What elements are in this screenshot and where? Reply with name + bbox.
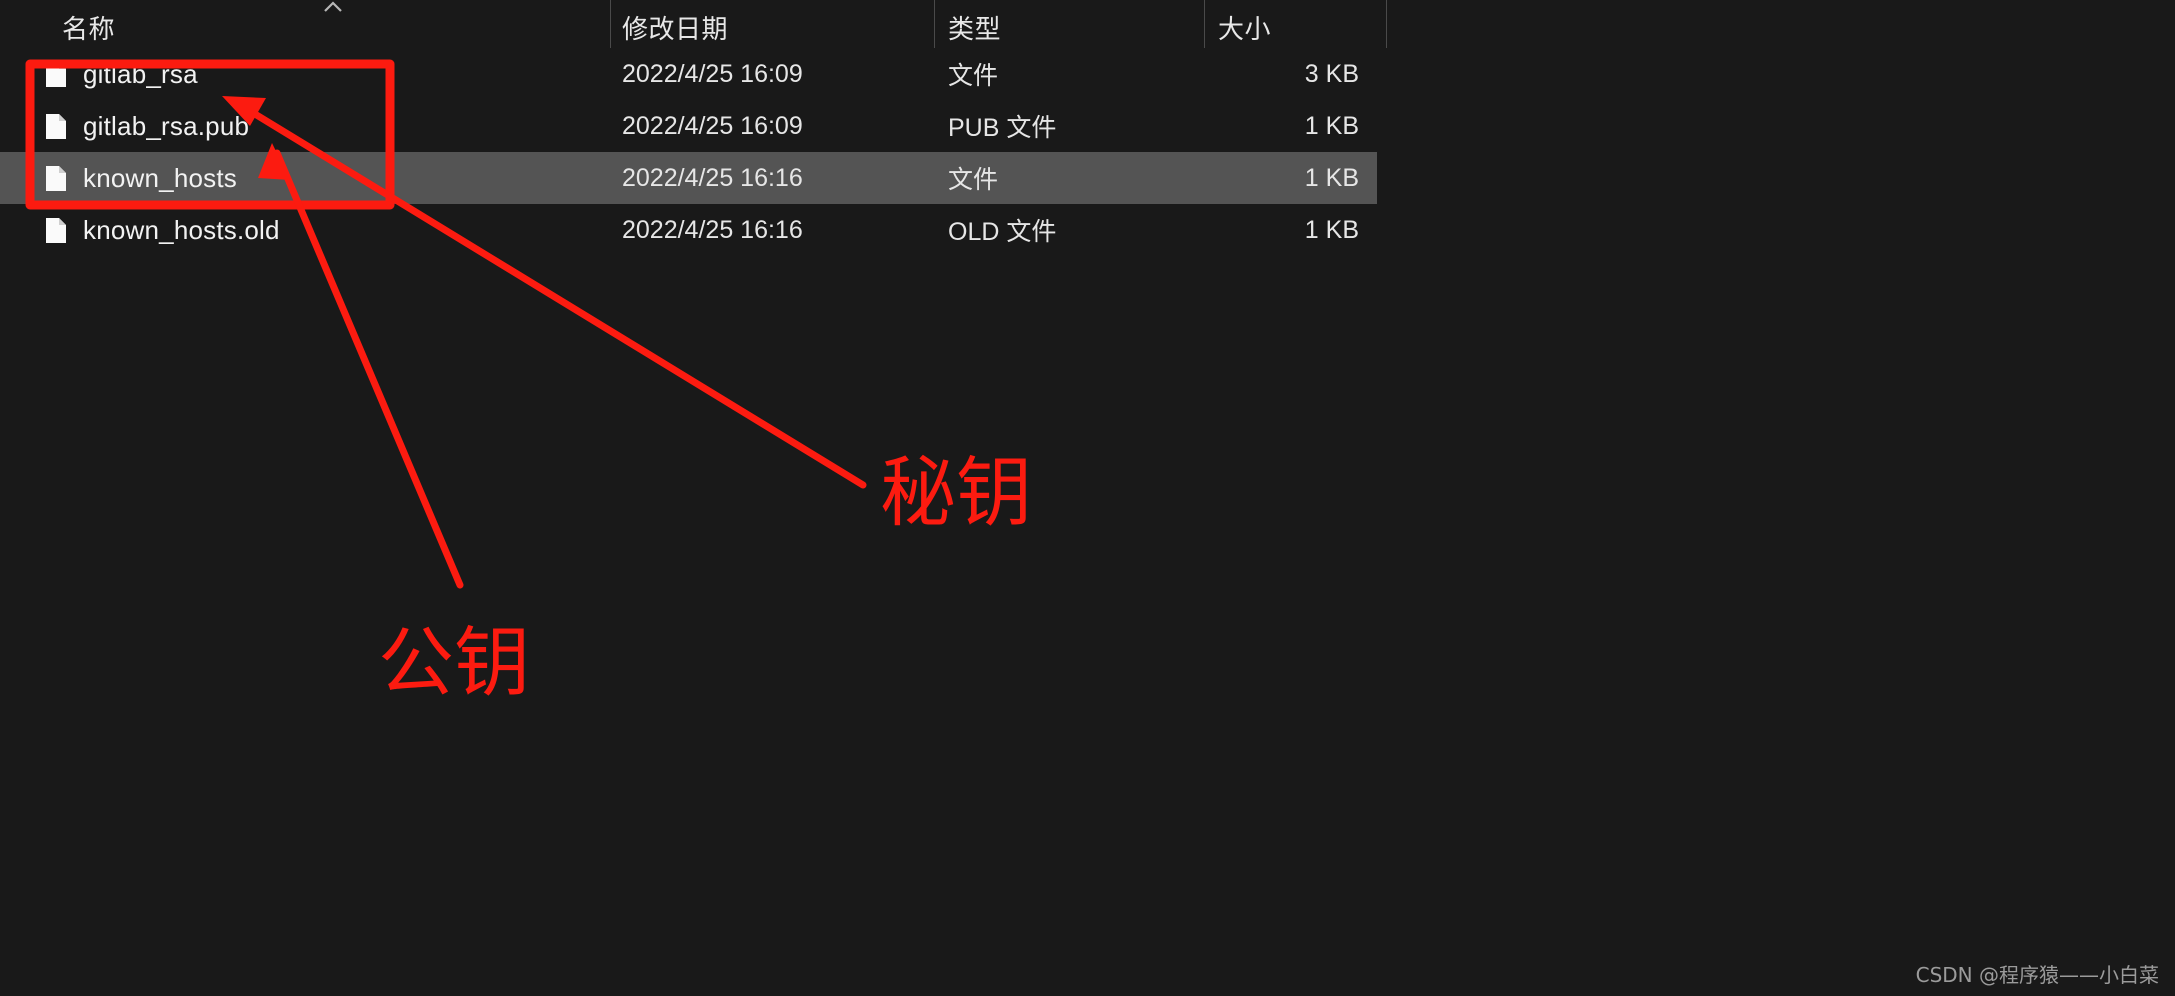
file-size: 3 KB bbox=[1304, 59, 1359, 88]
file-name: gitlab_rsa.pub bbox=[83, 110, 250, 141]
column-header-size[interactable]: 大小 bbox=[1218, 6, 1271, 48]
column-header-size-label: 大小 bbox=[1218, 13, 1272, 44]
column-divider-1[interactable] bbox=[610, 0, 611, 48]
column-header-name[interactable]: 名称 bbox=[62, 6, 115, 48]
file-explorer-window: 名称 修改日期 类型 大小 gitlab_rsa 2022/4/25 16:09… bbox=[0, 0, 2175, 996]
column-header-date-modified-label: 修改日期 bbox=[622, 13, 729, 44]
file-date-modified: 2022/4/25 16:09 bbox=[622, 111, 803, 140]
column-header-date-modified[interactable]: 修改日期 bbox=[622, 6, 728, 48]
file-name: known_hosts.old bbox=[83, 214, 280, 245]
file-name: known_hosts bbox=[83, 162, 237, 193]
sort-ascending-chevron-icon bbox=[322, 1, 344, 13]
table-row[interactable]: gitlab_rsa 2022/4/25 16:09 文件 3 KB bbox=[0, 48, 1377, 100]
column-header-name-label: 名称 bbox=[62, 13, 116, 44]
file-name-cell[interactable]: gitlab_rsa.pub bbox=[45, 111, 249, 142]
file-icon bbox=[45, 61, 67, 88]
file-name-cell[interactable]: known_hosts.old bbox=[45, 215, 280, 246]
watermark: CSDN @程序猿——小白菜 bbox=[1915, 963, 2159, 987]
column-divider-2[interactable] bbox=[934, 0, 935, 48]
annotation-label-public-key: 公钥 bbox=[378, 618, 530, 707]
file-date-modified: 2022/4/25 16:16 bbox=[622, 163, 803, 192]
table-row[interactable]: gitlab_rsa.pub 2022/4/25 16:09 PUB 文件 1 … bbox=[0, 100, 1377, 152]
file-type: OLD 文件 bbox=[948, 218, 1057, 246]
file-name-cell[interactable]: known_hosts bbox=[45, 163, 237, 194]
file-size: 1 KB bbox=[1304, 111, 1359, 140]
file-name-cell[interactable]: gitlab_rsa bbox=[45, 59, 198, 90]
column-header-row: 名称 修改日期 类型 大小 bbox=[0, 0, 2175, 48]
column-divider-4[interactable] bbox=[1386, 0, 1387, 48]
file-icon bbox=[45, 217, 67, 244]
table-row[interactable]: known_hosts 2022/4/25 16:16 文件 1 KB bbox=[0, 152, 1377, 204]
file-list: gitlab_rsa 2022/4/25 16:09 文件 3 KB gitla… bbox=[0, 48, 2175, 256]
file-type: 文件 bbox=[948, 166, 999, 194]
table-row[interactable]: known_hosts.old 2022/4/25 16:16 OLD 文件 1… bbox=[0, 204, 1377, 256]
column-header-type-label: 类型 bbox=[948, 13, 1002, 44]
file-size: 1 KB bbox=[1304, 163, 1359, 192]
column-divider-3[interactable] bbox=[1204, 0, 1205, 48]
column-header-type[interactable]: 类型 bbox=[948, 6, 1001, 48]
file-type: 文件 bbox=[948, 62, 999, 90]
file-date-modified: 2022/4/25 16:16 bbox=[622, 215, 803, 244]
file-icon bbox=[45, 113, 67, 140]
file-type: PUB 文件 bbox=[948, 114, 1057, 142]
file-size: 1 KB bbox=[1304, 215, 1359, 244]
file-name: gitlab_rsa bbox=[83, 58, 198, 89]
file-icon bbox=[45, 165, 67, 192]
annotation-label-secret-key: 秘钥 bbox=[880, 448, 1032, 537]
file-date-modified: 2022/4/25 16:09 bbox=[622, 59, 803, 88]
